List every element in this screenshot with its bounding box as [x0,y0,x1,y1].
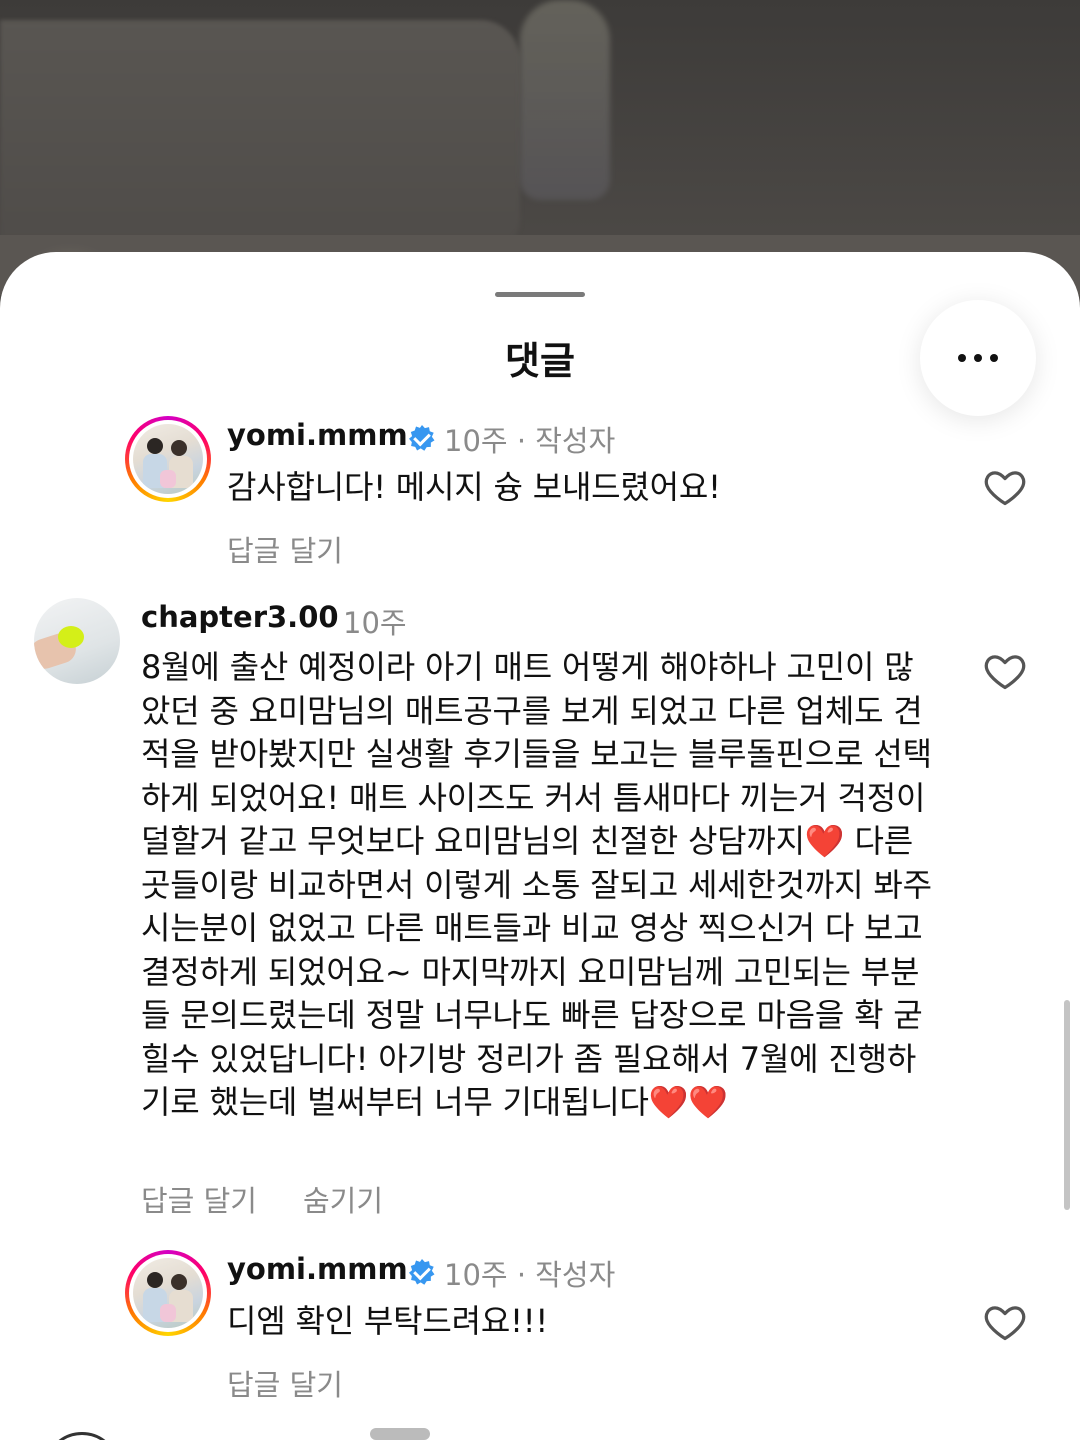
avatar[interactable] [125,1250,211,1336]
comment-username[interactable]: yomi.mmm [227,1252,408,1286]
next-comment-partial [370,1428,430,1440]
heart-outline-icon[interactable] [982,1299,1028,1345]
author-tag: · 작성자 [516,1258,616,1292]
scrollbar[interactable] [1064,1000,1070,1210]
reply-button[interactable]: 답글 달기 [227,1362,343,1404]
background-sofa [0,20,520,250]
background-child [520,0,610,200]
comment-text: 디엠 확인 부탁드려요!!! [227,1302,548,1340]
avatar[interactable] [44,1432,120,1440]
comment-meta: 10주 · 작성자 [444,1252,615,1294]
comment-reply-2: yomi.mmm 10주 · 작성자 디엠 확인 부탁드려요!!! 답글 달기 [0,252,1080,1432]
comments-sheet: 댓글 yomi.mmm 10주 · 작성자 감사합니다! 메시지 슝 보내드렸어… [0,252,1080,1440]
verified-badge-icon [409,1259,435,1285]
comment-time: 10주 [444,1258,508,1292]
screen: 댓글 yomi.mmm 10주 · 작성자 감사합니다! 메시지 슝 보내드렸어… [0,0,1080,1440]
